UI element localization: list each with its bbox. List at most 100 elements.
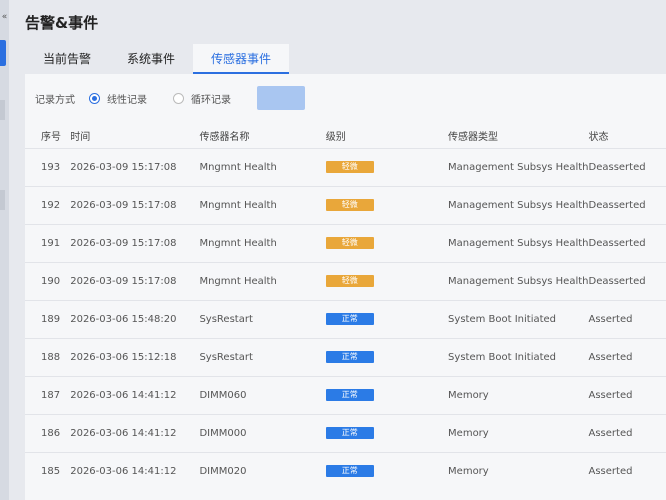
radio-linear-record[interactable]: 线性记录 bbox=[89, 91, 147, 106]
table-row[interactable]: 185 2026-03-06 14:41:12 DIMM020 正常 Memory Ass… bbox=[25, 451, 666, 490]
cell-id: 185 bbox=[25, 451, 71, 490]
cell-sensor-name: DIMM060 bbox=[199, 375, 326, 414]
sidebar-active-item[interactable] bbox=[0, 40, 6, 66]
table-row[interactable]: 190 2026-03-09 15:17:08 Mngmnt Health 轻微 Man… bbox=[25, 261, 666, 300]
sidebar-item[interactable] bbox=[0, 190, 5, 210]
cell-id: 191 bbox=[25, 223, 71, 262]
cell-sensor-name: SysRestart bbox=[199, 299, 326, 338]
cell-sensor-type: System Boot Initiated bbox=[448, 337, 589, 376]
cell-level: 轻微 bbox=[325, 147, 449, 186]
cell-sensor-type: Memory bbox=[448, 413, 589, 452]
tab-system-events[interactable]: 系统事件 bbox=[109, 44, 193, 74]
cell-id: 188 bbox=[25, 337, 71, 376]
radio-circular-record[interactable]: 循环记录 bbox=[173, 91, 231, 106]
header-sensor-type[interactable]: 传感器类型 bbox=[448, 124, 588, 148]
record-mode-row: 记录方式 线性记录 循环记录 bbox=[35, 86, 305, 110]
cell-level: 轻微 bbox=[325, 185, 449, 224]
level-badge: 正常 bbox=[325, 465, 374, 478]
table-row[interactable]: 191 2026-03-09 15:17:08 Mngmnt Health 轻微 Man… bbox=[25, 223, 666, 262]
cell-sensor-type: Memory bbox=[448, 375, 589, 414]
header-id[interactable]: 序号 bbox=[25, 124, 70, 148]
cell-state: Deasserted bbox=[588, 223, 666, 262]
tab-current-alarms[interactable]: 当前告警 bbox=[25, 44, 109, 74]
sensor-events-panel: 记录方式 线性记录 循环记录 序号 时间 传感器名称 级别 传感器类型 状态 1… bbox=[25, 74, 666, 500]
cell-sensor-name: SysRestart bbox=[199, 337, 326, 376]
cell-state: Asserted bbox=[588, 375, 666, 414]
cell-id: 187 bbox=[25, 375, 71, 414]
header-level[interactable]: 级别 bbox=[326, 124, 448, 148]
table-row[interactable]: 188 2026-03-06 15:12:18 SysRestart 正常 System… bbox=[25, 337, 666, 376]
cell-level: 正常 bbox=[325, 413, 449, 452]
cell-time: 2026-03-09 15:17:08 bbox=[70, 223, 200, 262]
header-state[interactable]: 状态 bbox=[589, 124, 666, 148]
cell-time: 2026-03-09 15:17:08 bbox=[70, 147, 200, 186]
cell-sensor-name: Mngmnt Health bbox=[199, 185, 326, 224]
cell-state: Asserted bbox=[588, 413, 666, 452]
cell-level: 正常 bbox=[325, 375, 449, 414]
radio-linear-label: 线性记录 bbox=[107, 94, 147, 106]
cell-state: Asserted bbox=[588, 451, 666, 490]
level-badge: 轻微 bbox=[325, 275, 374, 287]
table-row[interactable]: 192 2026-03-09 15:17:08 Mngmnt Health 轻微 Man… bbox=[25, 185, 666, 224]
cell-level: 正常 bbox=[325, 299, 449, 338]
cell-id: 190 bbox=[25, 261, 71, 300]
cell-state: Asserted bbox=[588, 337, 666, 376]
cell-time: 2026-03-09 15:17:08 bbox=[70, 185, 200, 224]
cell-level: 轻微 bbox=[325, 261, 449, 300]
collapse-icon[interactable]: « bbox=[0, 12, 9, 22]
radio-unchecked-icon[interactable] bbox=[173, 92, 184, 104]
level-badge: 正常 bbox=[325, 389, 374, 401]
level-badge: 正常 bbox=[325, 313, 374, 325]
level-badge: 轻微 bbox=[325, 199, 374, 211]
cell-state: Deasserted bbox=[588, 261, 666, 300]
left-sidebar: « bbox=[0, 0, 9, 500]
page-title: 告警&事件 bbox=[25, 14, 99, 32]
level-badge: 正常 bbox=[325, 427, 374, 439]
cell-sensor-name: DIMM020 bbox=[199, 451, 326, 490]
header-sensor-name[interactable]: 传感器名称 bbox=[199, 124, 325, 148]
table-row[interactable]: 189 2026-03-06 15:48:20 SysRestart 正常 System… bbox=[25, 299, 666, 338]
cell-level: 轻微 bbox=[325, 223, 449, 262]
cell-level: 正常 bbox=[325, 337, 449, 376]
cell-sensor-name: DIMM000 bbox=[199, 413, 326, 452]
cell-time: 2026-03-06 14:41:12 bbox=[70, 451, 200, 490]
cell-sensor-name: Mngmnt Health bbox=[199, 147, 326, 186]
cell-state: Deasserted bbox=[588, 185, 666, 224]
cell-sensor-type: System Boot Initiated bbox=[448, 299, 589, 338]
record-mode-label: 记录方式 bbox=[35, 94, 75, 106]
radio-circular-label: 循环记录 bbox=[191, 94, 231, 106]
cell-id: 193 bbox=[25, 147, 71, 186]
cell-sensor-type: Management Subsys Health bbox=[448, 185, 589, 224]
cell-sensor-type: Memory bbox=[448, 451, 589, 490]
cell-time: 2026-03-06 15:12:18 bbox=[70, 337, 200, 376]
cell-sensor-name: Mngmnt Health bbox=[199, 223, 326, 262]
level-badge: 轻微 bbox=[325, 237, 374, 249]
cell-time: 2026-03-06 14:41:12 bbox=[70, 375, 200, 414]
level-badge: 轻微 bbox=[325, 161, 374, 173]
cell-sensor-name: Mngmnt Health bbox=[199, 261, 326, 300]
cell-sensor-type: Management Subsys Health bbox=[448, 223, 589, 262]
cell-level: 正常 bbox=[325, 451, 449, 490]
cell-id: 186 bbox=[25, 413, 71, 452]
radio-checked-icon[interactable] bbox=[89, 92, 100, 104]
cell-time: 2026-03-06 15:48:20 bbox=[70, 299, 200, 338]
table-row[interactable]: 186 2026-03-06 14:41:12 DIMM000 正常 Memory Ass… bbox=[25, 413, 666, 452]
table-header-row: 序号 时间 传感器名称 级别 传感器类型 状态 bbox=[25, 124, 666, 148]
tab-bar: 当前告警 系统事件 传感器事件 bbox=[25, 44, 290, 74]
tab-sensor-events[interactable]: 传感器事件 bbox=[193, 44, 290, 74]
cell-state: Asserted bbox=[588, 299, 666, 338]
cell-id: 192 bbox=[25, 185, 71, 224]
sensor-events-table: 序号 时间 传感器名称 级别 传感器类型 状态 193 2026-03-09 15… bbox=[25, 124, 666, 490]
table-row[interactable]: 187 2026-03-06 14:41:12 DIMM060 正常 Memory Ass… bbox=[25, 375, 666, 414]
header-time[interactable]: 时间 bbox=[70, 124, 199, 148]
cell-id: 189 bbox=[25, 299, 71, 338]
cell-time: 2026-03-06 14:41:12 bbox=[70, 413, 200, 452]
cell-sensor-type: Management Subsys Health bbox=[448, 147, 589, 186]
table-row[interactable]: 193 2026-03-09 15:17:08 Mngmnt Health 轻微 Man… bbox=[25, 147, 666, 186]
save-button[interactable] bbox=[257, 86, 305, 110]
sidebar-item[interactable] bbox=[0, 100, 5, 120]
cell-sensor-type: Management Subsys Health bbox=[448, 261, 589, 300]
cell-state: Deasserted bbox=[588, 147, 666, 186]
cell-time: 2026-03-09 15:17:08 bbox=[70, 261, 200, 300]
level-badge: 正常 bbox=[325, 351, 374, 363]
